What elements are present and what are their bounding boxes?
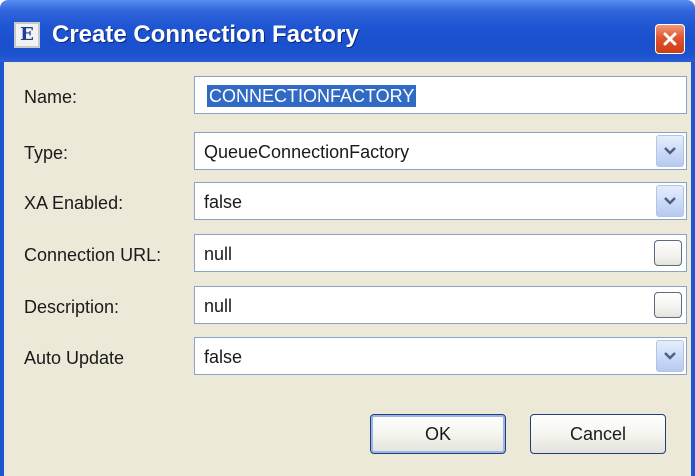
chevron-down-icon	[664, 197, 676, 205]
auto-update-select[interactable]: false	[194, 337, 687, 375]
xa-enabled-select-value: false	[204, 192, 243, 212]
close-icon	[663, 32, 677, 46]
type-dropdown-button[interactable]	[656, 135, 684, 167]
description-edit-button[interactable]	[654, 292, 682, 318]
app-icon: E	[14, 22, 40, 48]
cancel-button[interactable]: Cancel	[530, 414, 666, 454]
description-label: Description:	[24, 297, 120, 317]
title-bar[interactable]: E Create Connection Factory	[0, 0, 695, 62]
description-value: null	[204, 296, 233, 316]
connection-url-input[interactable]: null	[194, 234, 687, 272]
chevron-down-icon	[664, 352, 676, 360]
chevron-down-icon	[664, 147, 676, 155]
close-button[interactable]	[655, 24, 685, 54]
description-input[interactable]: null	[194, 286, 687, 324]
dialog-window: E Create Connection Factory Name: CONNEC…	[0, 0, 695, 476]
xa-enabled-select[interactable]: false	[194, 182, 687, 220]
type-label: Type:	[24, 143, 69, 163]
name-input-value: CONNECTIONFACTORY	[207, 85, 417, 107]
connection-url-edit-button[interactable]	[654, 240, 682, 266]
auto-update-dropdown-button[interactable]	[656, 340, 684, 372]
auto-update-label: Auto Update	[24, 348, 125, 368]
dialog-title: Create Connection Factory	[52, 21, 359, 48]
name-label: Name:	[24, 87, 78, 107]
name-input[interactable]: CONNECTIONFACTORY	[194, 76, 687, 114]
type-select[interactable]: QueueConnectionFactory	[194, 132, 687, 170]
auto-update-select-value: false	[204, 347, 243, 367]
app-icon-letter: E	[20, 24, 34, 45]
xa-enabled-label: XA Enabled:	[24, 193, 124, 213]
connection-url-value: null	[204, 244, 233, 264]
type-select-value: QueueConnectionFactory	[204, 142, 410, 162]
xa-enabled-dropdown-button[interactable]	[656, 185, 684, 217]
dialog-body: Name: CONNECTIONFACTORY Type: QueueConne…	[0, 62, 695, 476]
connection-url-label: Connection URL:	[24, 245, 162, 265]
ok-button[interactable]: OK	[370, 414, 506, 454]
